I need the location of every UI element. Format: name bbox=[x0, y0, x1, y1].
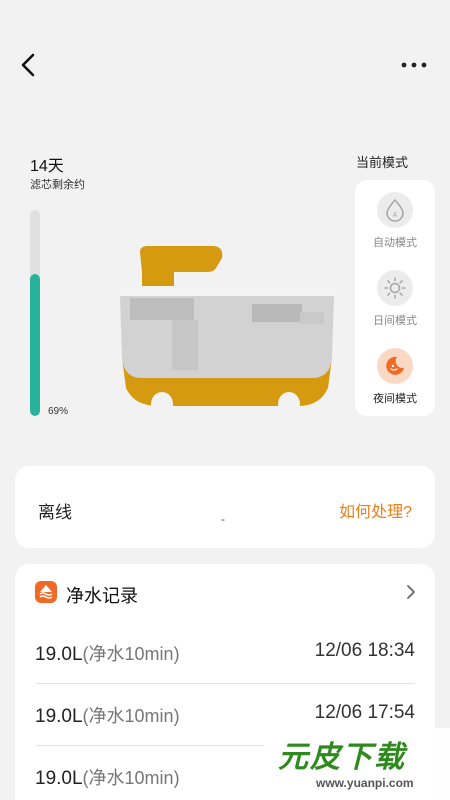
record-volume: 19.0L bbox=[35, 644, 83, 665]
back-button[interactable] bbox=[14, 50, 44, 80]
purifier-device-illustration bbox=[112, 246, 342, 418]
record-time: 12/06 17:54 bbox=[314, 702, 415, 723]
mode-auto-label: 自动模式 bbox=[373, 237, 417, 249]
more-button[interactable] bbox=[398, 50, 432, 80]
mode-auto[interactable]: A 自动模式 bbox=[355, 180, 435, 256]
filter-remaining-label: 滤芯剩余约 bbox=[30, 179, 85, 191]
watermark-logo-text: 元皮下载 bbox=[278, 741, 406, 774]
svg-text:A: A bbox=[393, 212, 398, 219]
record-row[interactable]: 19.0L(净水10min) 12/06 18:34 bbox=[35, 622, 415, 684]
how-to-handle-link[interactable]: 如何处理? bbox=[339, 498, 412, 522]
mode-panel: A 自动模式 日间模式 夜间模式 bbox=[355, 180, 435, 416]
current-mode-title: 当前模式 bbox=[356, 155, 409, 170]
mode-day-label: 日间模式 bbox=[373, 315, 417, 327]
auto-mode-icon: A bbox=[377, 192, 413, 228]
moon-icon bbox=[377, 348, 413, 384]
record-note: (净水10min) bbox=[82, 644, 180, 664]
chevron-right-icon bbox=[407, 585, 415, 599]
status-dash: - bbox=[221, 512, 225, 526]
filter-progress-bar bbox=[30, 210, 40, 416]
filter-percent: 69% bbox=[48, 406, 69, 417]
record-note: (净水10min) bbox=[82, 706, 180, 726]
record-volume: 19.0L bbox=[35, 706, 83, 727]
more-horizontal-icon bbox=[401, 62, 427, 68]
record-time: 12/06 18:34 bbox=[314, 640, 415, 661]
water-records-title: 净水记录 bbox=[66, 586, 138, 606]
device-status-text: 离线 bbox=[38, 503, 72, 522]
record-note: (净水10min) bbox=[82, 768, 180, 788]
filter-days-left: 14天 bbox=[30, 158, 64, 175]
device-status-card: 离线 - 如何处理? bbox=[15, 466, 435, 548]
status-bar bbox=[0, 0, 450, 32]
sun-icon bbox=[377, 270, 413, 306]
water-records-header[interactable]: 净水记录 bbox=[15, 564, 435, 622]
mode-day[interactable]: 日间模式 bbox=[355, 258, 435, 334]
watermark: 元皮下载 www.yuanpi.com bbox=[264, 728, 450, 800]
top-nav bbox=[0, 44, 450, 88]
mode-night-label: 夜间模式 bbox=[373, 393, 417, 405]
record-volume: 19.0L bbox=[35, 768, 83, 789]
filter-progress-fill bbox=[30, 273, 40, 416]
water-record-icon bbox=[35, 581, 57, 603]
chevron-left-icon bbox=[21, 53, 35, 77]
watermark-url: www.yuanpi.com bbox=[316, 776, 414, 790]
mode-night[interactable]: 夜间模式 bbox=[355, 336, 435, 412]
